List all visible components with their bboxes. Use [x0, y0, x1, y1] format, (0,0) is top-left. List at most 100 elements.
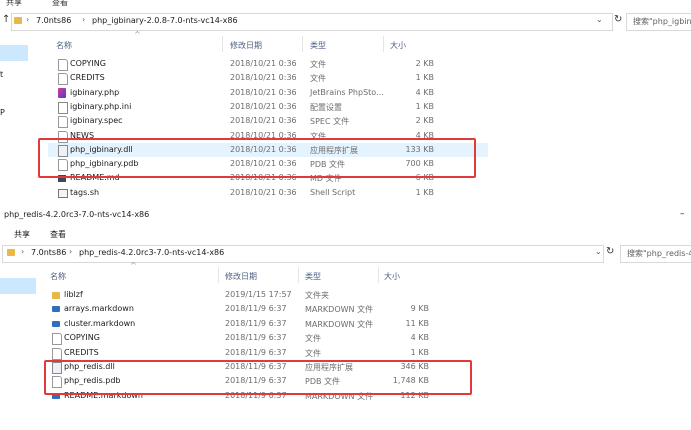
file-date: 2018/10/21 0:36	[230, 87, 297, 97]
file-row[interactable]: igbinary.spec 2018/10/21 0:36 SPEC 文件 2 KB	[48, 114, 488, 129]
nav-pane-selected-item[interactable]	[0, 278, 36, 294]
file-row[interactable]: CREDITS 2018/11/9 6:37 文件 1 KB	[42, 346, 482, 360]
file-type: 文件	[305, 348, 321, 358]
file-type: JetBrains PhpSto...	[310, 87, 384, 97]
minimize-button[interactable]: –	[680, 209, 685, 219]
file-name[interactable]: tags.sh	[70, 188, 99, 197]
file-row[interactable]: COPYING 2018/10/21 0:36 文件 2 KB	[48, 57, 488, 71]
markdown-icon	[52, 320, 60, 327]
column-header-type[interactable]: 类型	[310, 40, 326, 51]
up-arrow-icon[interactable]: ↑	[2, 14, 10, 25]
script-icon	[58, 188, 68, 198]
nav-pane-selected-item[interactable]	[0, 45, 28, 61]
file-date: 2018/10/21 0:36	[230, 59, 297, 68]
highlight-box	[38, 138, 476, 178]
file-row[interactable]: igbinary.php 2018/10/21 0:36 JetBrains Php…	[48, 86, 488, 100]
search-placeholder: 搜索"php_igbin	[633, 17, 691, 26]
file-date: 2018/11/9 6:37	[225, 304, 287, 314]
file-name[interactable]: igbinary.php	[70, 88, 119, 97]
menu-share[interactable]: 共享	[14, 229, 30, 240]
chevron-down-icon[interactable]: ⌄	[596, 15, 603, 24]
refresh-icon[interactable]: ↻	[614, 14, 622, 25]
breadcrumb-item[interactable]: php_redis-4.2.0rc3-7.0-nts-vc14-x86	[79, 248, 224, 257]
file-icon	[58, 59, 68, 71]
folder-icon	[14, 17, 22, 24]
refresh-icon[interactable]: ↻	[606, 246, 614, 257]
file-row[interactable]: tags.sh 2018/10/21 0:36 Shell Script 1 KB	[48, 186, 488, 200]
file-name[interactable]: CREDITS	[70, 73, 105, 82]
file-size: 4 KB	[410, 333, 429, 343]
file-icon	[58, 73, 68, 86]
column-header-name[interactable]: 名称	[50, 271, 66, 282]
window2-title: php_redis-4.2.0rc3-7.0-nts-vc14-x86	[4, 210, 150, 219]
file-size: 1 KB	[410, 347, 429, 357]
file-type: SPEC 文件	[310, 117, 350, 127]
folder-icon	[7, 249, 15, 256]
file-size: 4 KB	[415, 87, 434, 97]
file-row[interactable]: arrays.markdown 2018/11/9 6:37 MARKDOWN 文件…	[42, 302, 482, 316]
chevron-down-icon[interactable]: ⌄	[595, 247, 602, 256]
file-size: 2 KB	[415, 59, 434, 68]
phpstorm-icon	[58, 87, 66, 98]
file-date: 2018/10/21 0:36	[230, 187, 297, 197]
column-header-type[interactable]: 类型	[305, 271, 321, 282]
file-name[interactable]: igbinary.php.ini	[70, 102, 131, 111]
window2-address-bar[interactable]: › 7.0nts86 › php_redis-4.2.0rc3-7.0-nts-…	[2, 245, 604, 263]
breadcrumb-item[interactable]: 7.0nts86	[36, 16, 71, 25]
window2-search-input[interactable]: 搜索"php_redis-4	[620, 245, 691, 263]
file-name[interactable]: igbinary.spec	[70, 116, 123, 125]
file-name[interactable]: COPYING	[64, 333, 100, 342]
chevron-right-icon: ›	[26, 15, 30, 24]
menu-view[interactable]: 查看	[50, 229, 66, 240]
file-name[interactable]: liblzf	[64, 290, 83, 299]
column-divider[interactable]	[378, 267, 379, 283]
file-size: 9 KB	[410, 304, 429, 314]
menu-share[interactable]: 共享	[6, 0, 22, 8]
file-date: 2018/10/21 0:36	[230, 101, 297, 111]
file-row[interactable]: CREDITS 2018/10/21 0:36 文件 1 KB	[48, 71, 488, 86]
column-divider[interactable]	[302, 36, 303, 52]
file-date: 2018/10/21 0:36	[230, 116, 297, 126]
nav-item-label[interactable]: t	[0, 70, 3, 79]
column-divider[interactable]	[218, 267, 219, 283]
file-row[interactable]: COPYING 2018/11/9 6:37 文件 4 KB	[42, 331, 482, 346]
file-date: 2018/11/9 6:37	[225, 318, 287, 328]
file-row[interactable]: igbinary.php.ini 2018/10/21 0:36 配置设置 1 KB	[48, 100, 488, 114]
chevron-right-icon: ›	[69, 247, 73, 256]
menu-view[interactable]: 查看	[52, 0, 68, 8]
window1-search-input[interactable]: 搜索"php_igbin	[626, 13, 691, 31]
file-name[interactable]: cluster.markdown	[64, 319, 135, 328]
column-header-name[interactable]: 名称	[56, 40, 72, 51]
column-header-size[interactable]: 大小	[390, 40, 406, 51]
file-size: 1 KB	[415, 73, 434, 83]
file-size: 2 KB	[415, 116, 434, 126]
file-type: 文件夹	[305, 291, 329, 300]
breadcrumb-item[interactable]: 7.0nts86	[31, 248, 66, 257]
breadcrumb-item[interactable]: php_igbinary-2.0.8-7.0-nts-vc14-x86	[92, 16, 238, 25]
column-header-size[interactable]: 大小	[384, 271, 400, 282]
column-header-date[interactable]: 修改日期	[230, 40, 262, 51]
file-type: 文件	[305, 334, 321, 344]
file-name[interactable]: arrays.markdown	[64, 304, 134, 313]
markdown-icon	[52, 306, 60, 313]
file-date: 2018/11/9 6:37	[225, 347, 287, 357]
nav-item-label[interactable]: P	[0, 108, 5, 117]
column-divider[interactable]	[222, 36, 223, 52]
file-row[interactable]: cluster.markdown 2018/11/9 6:37 MARKDOWN 文…	[42, 317, 482, 331]
file-name[interactable]: COPYING	[70, 59, 106, 68]
file-name[interactable]: CREDITS	[64, 348, 99, 357]
column-divider[interactable]	[383, 36, 384, 52]
file-size: 11 KB	[405, 318, 429, 328]
file-type: 配置设置	[310, 102, 342, 112]
sort-arrow-icon: ^	[134, 30, 141, 39]
file-row[interactable]: liblzf 2019/1/15 17:57 文件夹	[42, 288, 482, 302]
folder-icon	[52, 292, 60, 299]
file-type: 文件	[310, 74, 326, 84]
file-date: 2018/10/21 0:36	[230, 73, 297, 83]
sort-arrow-icon: ^	[130, 261, 137, 270]
file-date: 2018/11/9 6:37	[225, 333, 287, 343]
window1-address-bar[interactable]: › 7.0nts86 › php_igbinary-2.0.8-7.0-nts-…	[11, 13, 613, 31]
file-type: Shell Script	[310, 187, 356, 197]
column-divider[interactable]	[298, 267, 299, 283]
column-header-date[interactable]: 修改日期	[225, 271, 257, 282]
